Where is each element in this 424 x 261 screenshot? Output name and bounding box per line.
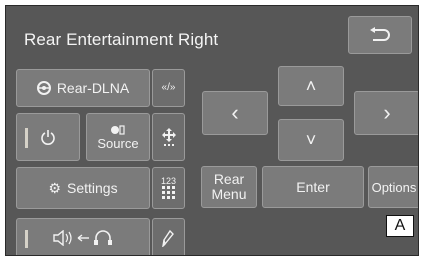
down-arrow-icon: ˅ — [305, 129, 317, 150]
screen-title: Rear Entertainment Right — [24, 30, 219, 49]
keypad-grid-icon — [161, 186, 175, 199]
source-label: Source — [97, 135, 139, 151]
audio-route-indicator — [25, 230, 28, 248]
speaker-to-headphone-icon — [53, 230, 112, 246]
enter-button[interactable]: Enter — [262, 166, 364, 208]
audio-route-button[interactable] — [16, 218, 150, 255]
power-indicator — [25, 128, 28, 148]
back-button[interactable] — [348, 16, 412, 54]
move-button[interactable] — [152, 113, 185, 161]
display-toggle-label: «/» — [161, 82, 176, 93]
dpad-up-button[interactable]: ˄ — [278, 66, 344, 106]
right-arrow-icon: › — [383, 100, 391, 125]
dpad-down-button[interactable]: ˅ — [278, 119, 344, 161]
source-selector-label: Rear-DLNA — [56, 80, 130, 96]
dlna-network-icon — [36, 81, 51, 95]
power-icon — [41, 130, 55, 145]
settings-button[interactable]: ⚙ Settings — [16, 167, 150, 209]
pen-button[interactable] — [152, 218, 185, 255]
keypad-label: 123 — [160, 176, 177, 186]
dpad-left-button[interactable]: ‹ — [202, 91, 268, 135]
rear-menu-line1: Rear — [213, 171, 245, 187]
left-arrow-icon: ‹ — [231, 100, 239, 125]
callout-marker-a: A — [386, 215, 414, 237]
move-arrows-icon — [161, 128, 176, 146]
dpad-right-button[interactable]: › — [354, 91, 418, 135]
options-label: Options — [371, 179, 417, 195]
rear-menu-button[interactable]: Rear Menu — [201, 166, 257, 208]
source-button[interactable]: Source — [86, 113, 150, 161]
source-icon — [111, 124, 125, 135]
return-arrow-icon — [370, 27, 390, 41]
rear-menu-line2: Menu — [211, 186, 247, 202]
up-arrow-icon: ˄ — [305, 75, 317, 96]
rear-entertainment-screen: Rear Entertainment Right Rear-DLNA «/» S… — [5, 5, 419, 256]
callout-marker-label: A — [394, 217, 406, 234]
power-button[interactable] — [16, 113, 80, 161]
enter-label: Enter — [296, 179, 330, 195]
display-toggle-button[interactable]: «/» — [152, 69, 185, 107]
source-selector-button[interactable]: Rear-DLNA — [16, 69, 150, 107]
options-button[interactable]: Options — [368, 166, 418, 208]
gear-icon: ⚙ — [48, 179, 61, 196]
pen-icon — [161, 229, 174, 247]
keypad-button[interactable]: 123 — [152, 167, 185, 209]
settings-label: Settings — [66, 180, 118, 196]
